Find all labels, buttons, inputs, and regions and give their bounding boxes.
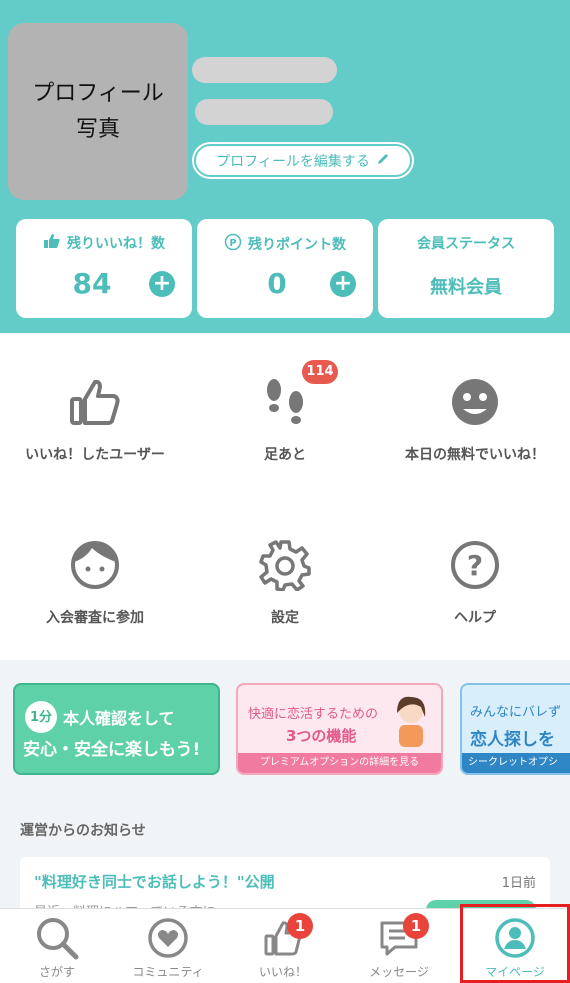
- settings-label: 設定: [271, 610, 299, 626]
- profile-photo[interactable]: プロフィール 写真: [8, 23, 188, 200]
- member-status-card: 会員ステータス 無料会員: [378, 219, 554, 318]
- nav-search[interactable]: さがす: [0, 909, 114, 983]
- secret-option-banner[interactable]: みんなにバレず 恋人探しを シークレットオプシ: [460, 683, 570, 775]
- mypage-highlight-box: [460, 904, 570, 983]
- svg-text:P: P: [229, 238, 236, 249]
- member-status-label: 会員ステータス: [417, 236, 515, 252]
- screening-menu[interactable]: 入会審査に参加: [0, 535, 190, 645]
- news-heading: 運営からのお知らせ: [20, 823, 146, 839]
- likes-left-card: 残りいいね！数 84 +: [16, 219, 192, 318]
- pencil-icon: [376, 152, 390, 170]
- nav-community[interactable]: コミュニティ: [111, 909, 225, 983]
- likes-left-label: 残りいいね！数: [67, 236, 165, 252]
- screening-label: 入会審査に参加: [46, 610, 144, 626]
- svg-text:?: ?: [467, 549, 483, 582]
- redacted-username: [192, 57, 337, 83]
- footprints-label: 足あと: [264, 447, 306, 463]
- footprints-menu[interactable]: 足あと: [190, 372, 380, 482]
- edit-profile-button[interactable]: プロフィールを編集する: [194, 144, 412, 177]
- settings-menu[interactable]: 設定: [190, 535, 380, 645]
- free-like-icon: [445, 372, 505, 432]
- profile-header: プロフィール 写真 プロフィールを編集する 残りいいね！数 84 + P 残りポ…: [0, 0, 570, 333]
- message-icon: 1: [375, 913, 429, 961]
- one-minute-badge: 1分: [25, 701, 57, 733]
- face-icon: [65, 535, 125, 595]
- point-coin-icon: P: [224, 233, 242, 255]
- premium-banner-footer: プレミアムオプションの詳細を見る: [238, 753, 441, 773]
- news-title: "料理好き同士でお話しよう！"公開: [34, 873, 275, 891]
- id-banner-line2: 安心・安全に楽しもう!: [23, 740, 201, 760]
- gear-icon: [255, 535, 315, 595]
- add-likes-button[interactable]: +: [149, 271, 175, 297]
- community-icon: [144, 915, 192, 961]
- likes-badge: 1: [287, 913, 313, 939]
- add-points-button[interactable]: +: [330, 271, 356, 297]
- points-card: P 残りポイント数 0 +: [197, 219, 373, 318]
- nav-community-label: コミュニティ: [132, 965, 204, 979]
- help-label: ヘルプ: [454, 610, 496, 626]
- footprints-count-badge: 114: [302, 360, 338, 384]
- free-like-menu[interactable]: 本日の無料でいいね！: [380, 372, 570, 482]
- secret-banner-line2: 恋人探しを: [470, 730, 555, 750]
- points-label: 残りポイント数: [248, 237, 346, 253]
- premium-banner-line2: 3つの機能: [286, 727, 357, 745]
- news-time: 1日前: [501, 876, 536, 891]
- secret-banner-line1: みんなにバレず: [470, 705, 562, 720]
- search-icon: [33, 915, 81, 961]
- redacted-user-info: [195, 99, 333, 125]
- edit-profile-label: プロフィールを編集する: [216, 153, 370, 170]
- like-icon: 1: [259, 913, 313, 961]
- id-banner-line1: 本人確認をして: [63, 709, 175, 728]
- member-status-value: 無料会員: [430, 277, 502, 298]
- premium-option-banner[interactable]: 快適に恋活するための 3つの機能 プレミアムオプションの詳細を見る: [236, 683, 443, 775]
- secret-banner-footer: シークレットオプシ: [462, 753, 570, 773]
- free-like-label: 本日の無料でいいね！: [405, 447, 545, 463]
- help-icon: ?: [445, 535, 505, 595]
- liked-users-label: いいね！したユーザー: [25, 447, 165, 463]
- liked-users-menu[interactable]: いいね！したユーザー: [0, 372, 190, 482]
- thumbs-up-icon: [43, 233, 61, 253]
- thumbs-up-icon: [65, 372, 125, 432]
- help-menu[interactable]: ? ヘルプ: [380, 535, 570, 645]
- woman-illustration-icon: [397, 696, 426, 747]
- nav-likes-label: いいね！: [258, 965, 307, 979]
- id-verification-banner[interactable]: 1分 本人確認をして 安心・安全に楽しもう!: [13, 683, 220, 775]
- premium-banner-line1: 快適に恋活するための: [248, 707, 379, 722]
- nav-messages-label: メッセージ: [369, 965, 429, 979]
- nav-likes[interactable]: 1 いいね！: [226, 909, 340, 983]
- nav-messages[interactable]: 1 メッセージ: [342, 909, 456, 983]
- messages-badge: 1: [403, 913, 429, 939]
- nav-search-label: さがす: [38, 965, 75, 979]
